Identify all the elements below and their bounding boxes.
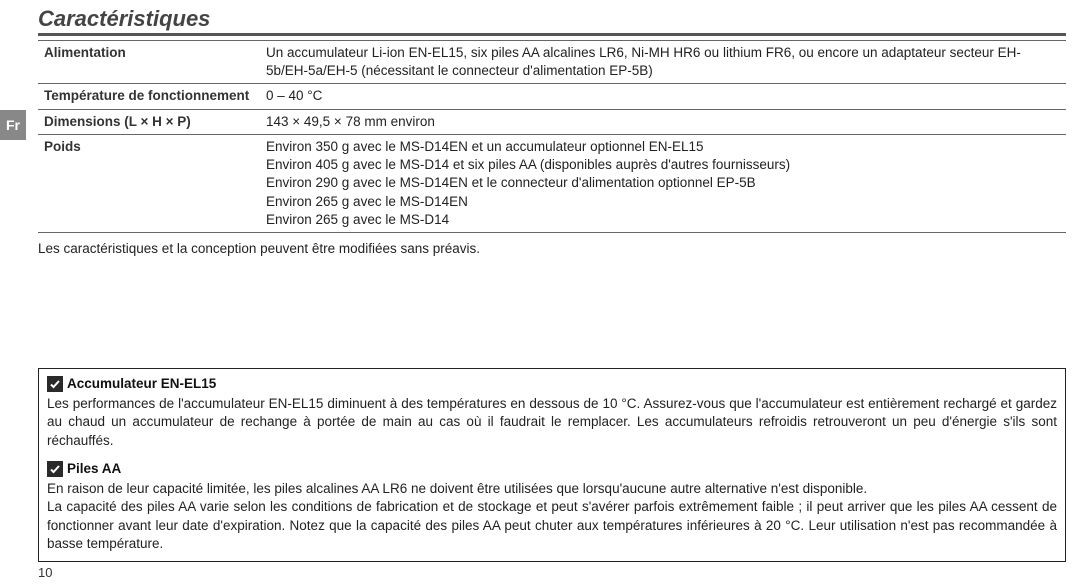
language-tab: Fr <box>0 110 26 140</box>
spec-label: Température de fonctionnement <box>38 84 260 109</box>
table-row: Dimensions (L × H × P)143 × 49,5 × 78 mm… <box>38 109 1066 134</box>
spec-value: Environ 350 g avec le MS-D14EN et un acc… <box>260 134 1066 232</box>
table-row: PoidsEnviron 350 g avec le MS-D14EN et u… <box>38 134 1066 232</box>
note-title: Piles AA <box>67 460 121 478</box>
spec-footnote: Les caractéristiques et la conception pe… <box>38 241 1066 256</box>
table-row: AlimentationUn accumulateur Li-ion EN-EL… <box>38 41 1066 84</box>
spec-value: 143 × 49,5 × 78 mm environ <box>260 109 1066 134</box>
note-heading: Piles AA <box>47 460 1057 478</box>
note-heading: Accumulateur EN-EL15 <box>47 375 1057 393</box>
table-row: Température de fonctionnement0 – 40 °C <box>38 84 1066 109</box>
check-icon <box>47 376 63 392</box>
spec-table-body: AlimentationUn accumulateur Li-ion EN-EL… <box>38 41 1066 233</box>
note-body: En raison de leur capacité limitée, les … <box>47 480 1057 553</box>
spec-label: Alimentation <box>38 41 260 84</box>
note-body: Les performances de l'accumulateur EN-EL… <box>47 395 1057 450</box>
spec-table: AlimentationUn accumulateur Li-ion EN-EL… <box>38 40 1066 233</box>
spec-value: Un accumulateur Li-ion EN-EL15, six pile… <box>260 41 1066 84</box>
section-title: Caractéristiques <box>38 6 1066 36</box>
note-title: Accumulateur EN-EL15 <box>67 375 216 393</box>
spec-value: 0 – 40 °C <box>260 84 1066 109</box>
check-icon <box>47 461 63 477</box>
spec-label: Poids <box>38 134 260 232</box>
page-number: 10 <box>38 565 52 580</box>
notes-box: Accumulateur EN-EL15 Les performances de … <box>38 368 1066 562</box>
spec-label: Dimensions (L × H × P) <box>38 109 260 134</box>
manual-page: Fr Caractéristiques AlimentationUn accum… <box>0 0 1080 586</box>
